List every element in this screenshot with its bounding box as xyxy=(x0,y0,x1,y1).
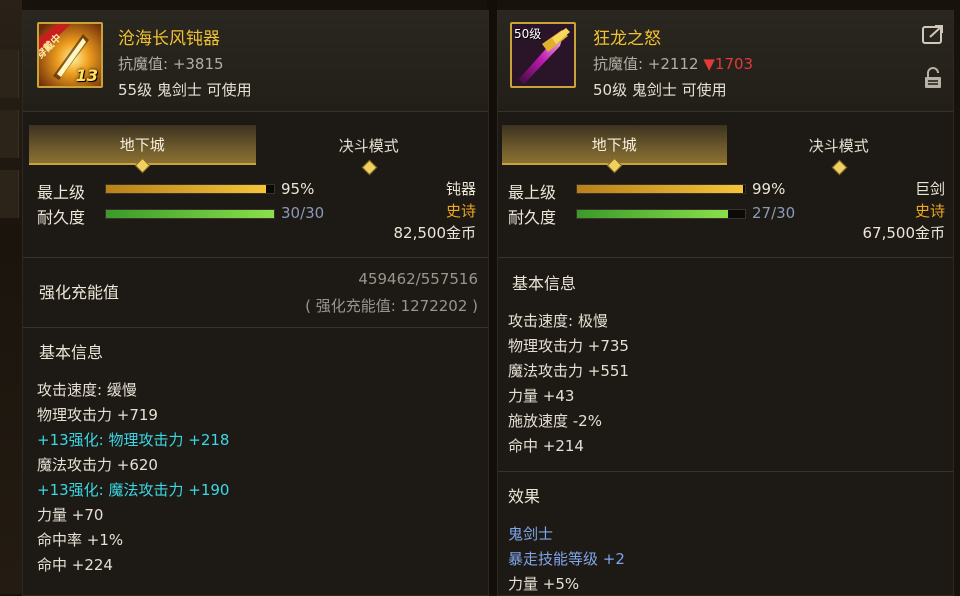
lock-icon[interactable] xyxy=(921,66,945,90)
durability-bar-fill xyxy=(106,210,274,218)
tab-dungeon[interactable]: 地下城 xyxy=(502,125,727,174)
mode-tabs: 地下城 决斗模式 xyxy=(502,125,952,176)
tab-diamond-icon xyxy=(606,157,623,174)
stat-row: 力量 +70 xyxy=(37,506,104,524)
durability-label: 耐久度 xyxy=(37,208,86,227)
tab-pvp[interactable]: 决斗模式 xyxy=(727,125,952,176)
rarity: 史诗 xyxy=(914,202,945,220)
item-level-badge: 50级 xyxy=(514,27,542,41)
stat-row: 物理攻击力 +719 xyxy=(37,406,158,424)
effect-title: 效果 xyxy=(508,487,541,506)
divider xyxy=(498,471,953,472)
background-side-tab[interactable] xyxy=(0,110,19,158)
item-name: 狂龙之怒 xyxy=(593,29,661,49)
stat-row: 命中率 +1% xyxy=(37,531,124,549)
anti-magic-diff: ▼1703 xyxy=(703,55,754,73)
item-header: 穿戴中 13 沧海长风钝器 抗魔值: +3815 55级 鬼剑士 可使用 xyxy=(23,11,488,112)
stat-row: 力量 +43 xyxy=(508,387,575,405)
rarity: 史诗 xyxy=(445,202,476,220)
stat-row: 命中 +224 xyxy=(37,556,113,574)
basic-info-title: 基本信息 xyxy=(512,274,577,293)
reinforce-label: 强化充能值 xyxy=(39,283,120,302)
anti-magic-value: 抗魔值: +2112 ▼1703 xyxy=(593,53,753,74)
durability-label: 耐久度 xyxy=(508,208,557,227)
stat-row: 物理攻击力 +735 xyxy=(508,337,629,355)
tab-label: 地下城 xyxy=(119,135,165,154)
stat-row: +13强化: 魔法攻击力 +190 xyxy=(37,481,230,499)
equipped-item-panel: 穿戴中 13 沧海长风钝器 抗魔值: +3815 55级 鬼剑士 可使用 地下城… xyxy=(22,10,489,596)
stat-row: 施放速度 -2% xyxy=(508,412,602,430)
level-requirement: 50级 鬼剑士 可使用 xyxy=(593,81,727,99)
divider xyxy=(498,257,953,258)
grade-bar xyxy=(576,184,746,194)
stat-row: 攻击速度: 极慢 xyxy=(508,312,608,330)
grade-value: 95% xyxy=(281,180,315,198)
price: 67,500金币 xyxy=(862,224,946,242)
tab-pvp[interactable]: 决斗模式 xyxy=(256,125,483,176)
tab-dungeon[interactable]: 地下城 xyxy=(29,125,256,174)
divider xyxy=(23,327,488,328)
stat-row: +13强化: 物理攻击力 +218 xyxy=(37,431,230,449)
highest-grade-label: 最上级 xyxy=(37,183,86,202)
tab-label: 地下城 xyxy=(591,135,637,154)
reinforce-current: 459462/557516 xyxy=(358,270,478,288)
background-side-tab[interactable] xyxy=(0,50,19,98)
divider xyxy=(23,257,488,258)
mode-tabs: 地下城 决斗模式 xyxy=(29,125,483,176)
tab-diamond-icon xyxy=(831,159,848,176)
reinforce-total: ( 强化充能值: 1272202 ) xyxy=(305,297,478,315)
item-name: 沧海长风钝器 xyxy=(118,29,220,49)
anti-magic-value: 抗魔值: +3815 xyxy=(118,55,224,73)
grade-bar-fill xyxy=(106,185,266,193)
durability-bar xyxy=(576,209,746,219)
tab-diamond-icon xyxy=(134,157,151,174)
grade-bar-fill xyxy=(577,185,744,193)
effect-row: 鬼剑士 xyxy=(508,525,554,543)
durability-bar xyxy=(105,209,275,219)
share-icon[interactable] xyxy=(921,23,945,47)
stat-row: 魔法攻击力 +551 xyxy=(508,362,629,380)
durability-value: 30/30 xyxy=(281,204,325,222)
level-requirement: 55级 鬼剑士 可使用 xyxy=(118,81,252,99)
effect-row: 暴走技能等级 +2 xyxy=(508,550,625,568)
stat-row: 命中 +214 xyxy=(508,437,584,455)
weapon-type: 钝器 xyxy=(445,180,476,198)
stat-row: 攻击速度: 缓慢 xyxy=(37,381,137,399)
enhance-level-badge: 13 xyxy=(75,66,98,85)
price: 82,500金币 xyxy=(393,224,477,242)
effect-row: 力量 +5% xyxy=(508,575,580,593)
basic-info-title: 基本信息 xyxy=(39,343,104,362)
item-icon[interactable]: 50级 xyxy=(510,22,576,88)
highest-grade-label: 最上级 xyxy=(508,183,557,202)
durability-value: 27/30 xyxy=(752,204,796,222)
item-icon[interactable]: 穿戴中 13 xyxy=(37,22,103,88)
durability-bar-fill xyxy=(577,210,729,218)
item-header: 50级 狂龙之怒 抗魔值: +2112 ▼1703 50级 鬼剑士 可使用 xyxy=(498,11,953,112)
stat-row: 魔法攻击力 +620 xyxy=(37,456,158,474)
compare-item-panel: 50级 狂龙之怒 抗魔值: +2112 ▼1703 50级 鬼剑士 可使用 地下… xyxy=(497,10,954,596)
tab-label: 决斗模式 xyxy=(338,136,399,155)
weapon-type: 巨剑 xyxy=(914,180,945,198)
background-side-tab[interactable] xyxy=(0,170,19,218)
grade-value: 99% xyxy=(752,180,786,198)
tab-diamond-icon xyxy=(361,159,378,176)
anti-magic-text: 抗魔值: +2112 xyxy=(593,55,699,73)
grade-bar xyxy=(105,184,275,194)
tab-label: 决斗模式 xyxy=(808,136,869,155)
